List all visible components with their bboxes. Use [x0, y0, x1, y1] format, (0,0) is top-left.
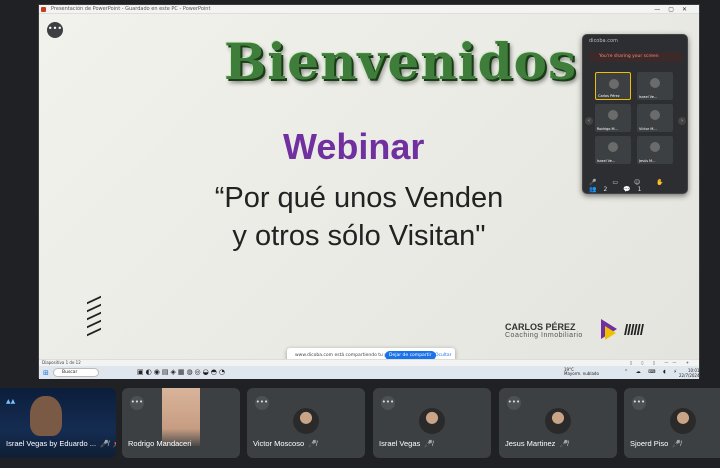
- mic-off-icon: 🎤̸: [424, 441, 433, 448]
- participant-tile[interactable]: ••• Jesus Martinez 🎤̸: [499, 388, 617, 458]
- mic-off-icon: 🎤̸: [559, 441, 569, 448]
- participant-video: [30, 396, 62, 436]
- participant-label: Victor Moscoso 🎤̸: [253, 439, 317, 448]
- avatar: [650, 110, 660, 120]
- panel-tile[interactable]: Carlos Pérez: [595, 72, 631, 100]
- panel-prev-arrow-icon[interactable]: ‹: [585, 117, 593, 125]
- participant-name: Rodrigo Mandaceri: [128, 439, 192, 448]
- participant-tile[interactable]: ••• Victor Moscoso 🎤̸: [247, 388, 365, 458]
- avatar: [650, 142, 660, 152]
- panel-tile-name: Jesús M...: [639, 159, 656, 163]
- slide-counter: Diapositiva 1 de 12: [42, 360, 81, 365]
- panel-tile-name: Israel Ve...: [639, 95, 658, 99]
- taskbar-search[interactable]: Buscar: [53, 368, 99, 377]
- clock-date: 22/7/2024: [679, 373, 700, 378]
- window-title: Presentación de PowerPoint - Guardado en…: [51, 6, 211, 12]
- windows-taskbar: ⊞ Buscar ▣◐◉▤◈▦◍◎◒◓◔ 19°C Mayorm. nublad…: [39, 366, 700, 379]
- brand-text: CARLOS PÉREZ Coaching Inmobiliario: [505, 322, 583, 339]
- subtitle-line-2: y otros sólo Visitan": [232, 220, 486, 252]
- powerpoint-titlebar: Presentación de PowerPoint - Guardado en…: [39, 5, 699, 14]
- taskbar-app-icons[interactable]: ▣◐◉▤◈▦◍◎◒◓◔: [137, 369, 227, 376]
- system-tray-icons[interactable]: ⌃ ☁ ⌨ ◖ ⚡: [624, 369, 680, 375]
- mic-off-icon: 🎤̸: [100, 441, 109, 448]
- avatar: [608, 110, 618, 120]
- tile-options-button[interactable]: •••: [255, 396, 269, 410]
- panel-tile-name: Rodrigo M...: [597, 127, 618, 131]
- panel-tile-name: Carlos Pérez: [598, 94, 620, 98]
- panel-tile[interactable]: Israel Ve...: [595, 136, 631, 164]
- taskbar-clock[interactable]: 10:01 22/7/2024: [679, 368, 700, 378]
- window-controls[interactable]: —▢✕: [654, 5, 695, 13]
- meet-floating-panel[interactable]: dicoba.com You're sharing your screen ‹ …: [582, 34, 688, 194]
- tile-options-button[interactable]: •••: [381, 396, 395, 410]
- slide-heading: Bienvenidos: [224, 32, 578, 91]
- panel-tile[interactable]: Israel Ve...: [637, 72, 673, 100]
- panel-tile-name: Israel Ve...: [597, 159, 616, 163]
- avatar: [650, 78, 660, 88]
- decorative-slashes: [87, 295, 101, 339]
- tile-options-button[interactable]: •••: [130, 396, 144, 410]
- avatar: [609, 79, 619, 89]
- participant-name: Jesus Martinez: [505, 439, 556, 448]
- panel-next-arrow-icon[interactable]: ›: [678, 117, 686, 125]
- participant-tile[interactable]: ••• Rodrigo Mandaceri: [122, 388, 240, 458]
- panel-tile[interactable]: Víctor M...: [637, 104, 673, 132]
- panel-tile-name: Víctor M...: [639, 127, 657, 131]
- meet-window: Presentación de PowerPoint - Guardado en…: [0, 0, 720, 468]
- brand-name: CARLOS PÉREZ: [505, 322, 576, 332]
- participant-name: Victor Moscoso: [253, 439, 305, 448]
- slide-subtitle: “Por qué unos Venden y otros sólo Visita…: [199, 179, 519, 255]
- panel-header: dicoba.com: [589, 38, 618, 44]
- mic-off-icon: 🎤̸: [308, 441, 317, 448]
- participant-tile[interactable]: ••• Sjoerd Piso 🎤̸: [624, 388, 720, 458]
- panel-tile[interactable]: Rodrigo M...: [595, 104, 631, 132]
- avatar: [419, 408, 445, 434]
- avatar: [608, 142, 618, 152]
- brand-slashes: //////: [624, 322, 644, 339]
- more-options-button[interactable]: •••: [47, 22, 63, 38]
- subtitle-line-1: “Por qué unos Venden: [214, 182, 504, 214]
- powerpoint-logo-icon: [41, 7, 46, 12]
- mic-off-icon: 🎤̸: [672, 441, 682, 448]
- participant-label: Rodrigo Mandaceri: [128, 439, 191, 448]
- participant-name: Sjoerd Piso: [630, 439, 669, 448]
- participant-strip: ▲▲ Israel Vegas by Eduardo ...🎤̸📌 ••• Ro…: [0, 386, 720, 462]
- slide-title: Webinar: [283, 126, 425, 167]
- tile-options-button[interactable]: •••: [507, 396, 521, 410]
- participant-label: Israel Vegas 🎤̸: [379, 439, 433, 448]
- panel-controls[interactable]: 🎤 ▭ ☺ ✋ 👥2 💬1: [589, 179, 683, 193]
- weather-widget[interactable]: 19°C Mayorm. nublado: [564, 368, 599, 376]
- participant-label: Jesus Martinez 🎤̸: [505, 439, 568, 448]
- participant-label: Sjoerd Piso 🎤̸: [630, 439, 681, 448]
- sharing-warning: You're sharing your screen: [589, 52, 683, 62]
- participant-name: Israel Vegas: [379, 439, 421, 448]
- avatar: [545, 408, 571, 434]
- windows-start-icon[interactable]: ⊞: [43, 369, 49, 377]
- participant-tile[interactable]: ••• Israel Vegas 🎤̸: [373, 388, 491, 458]
- weather-desc: Mayorm. nublado: [564, 371, 599, 376]
- participant-name: Israel Vegas by Eduardo ...: [6, 439, 97, 448]
- brand-tagline: Coaching Inmobiliario: [505, 332, 583, 339]
- pin-icon[interactable]: 📌: [113, 441, 116, 448]
- panel-tile[interactable]: Jesús M...: [637, 136, 673, 164]
- brand-logo-accent-icon: [605, 326, 616, 340]
- avatar: [670, 408, 696, 434]
- participant-label: Israel Vegas by Eduardo ...🎤̸ 📌: [6, 439, 116, 448]
- participant-tile[interactable]: ▲▲ Israel Vegas by Eduardo ...🎤̸ 📌: [0, 388, 116, 458]
- participant-video: [162, 388, 200, 446]
- avatar: [293, 408, 319, 434]
- powerpoint-status-bar: Diapositiva 1 de 12 ▯ ▯ ▯ —— +: [39, 359, 699, 366]
- tile-options-button[interactable]: •••: [632, 396, 646, 410]
- logo-overlay-icon: ▲▲: [6, 398, 16, 405]
